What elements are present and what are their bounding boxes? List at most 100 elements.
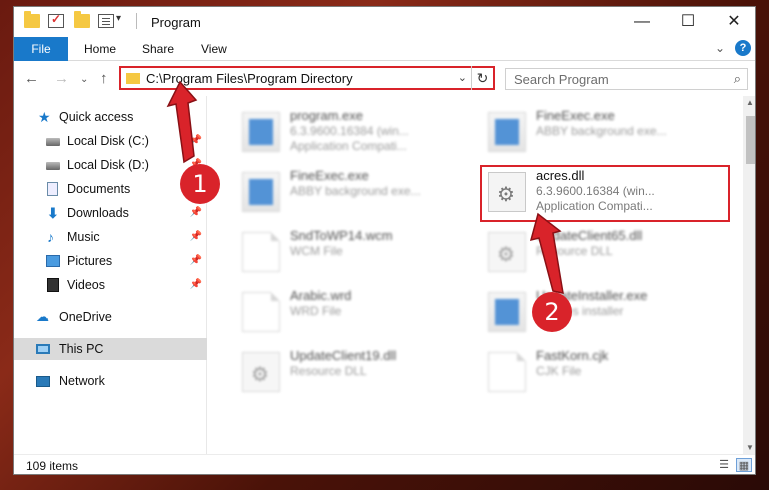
recent-locations-chevron-icon[interactable]: ⌄	[80, 74, 88, 85]
expand-ribbon-chevron-icon[interactable]: ⌄	[715, 41, 725, 55]
up-arrow-icon[interactable]: ↑	[100, 70, 108, 87]
file-type: Application Compati...	[290, 139, 407, 153]
file-item[interactable]: Arabic.wrd WRD File	[238, 286, 478, 340]
forward-arrow-icon[interactable]: →	[54, 70, 69, 87]
tab-view[interactable]: View	[201, 37, 227, 61]
customize-toolbar-chevron-icon[interactable]: ▾	[116, 13, 121, 24]
scroll-down-icon[interactable]: ▼	[743, 443, 755, 452]
onedrive-icon: ☁	[36, 309, 49, 324]
view-options-icon[interactable]	[98, 14, 114, 28]
executable-icon	[488, 112, 526, 152]
help-icon[interactable]: ?	[735, 40, 751, 56]
document-icon	[242, 232, 280, 272]
file-name: UpdateClient65.dll	[536, 228, 643, 243]
search-icon[interactable]: ⌕	[734, 71, 741, 87]
tab-home[interactable]: Home	[84, 37, 116, 61]
sidebar-item-this-pc[interactable]: This PC	[14, 338, 207, 360]
navigation-bar: ← → ⌄ ↑ C:\Program Files\Program Directo…	[14, 62, 755, 96]
sidebar-item-label: Videos	[67, 278, 105, 292]
sidebar-item-label: Local Disk (C:)	[67, 134, 149, 148]
close-button[interactable]: ✕	[711, 7, 755, 37]
file-item[interactable]: FastKorn.cjk CJK File	[484, 346, 724, 400]
sidebar-item-label: OneDrive	[59, 310, 112, 324]
file-description: 6.3.9600.16384 (win...	[290, 124, 409, 138]
maximize-button[interactable]: ☐	[665, 7, 711, 37]
title-divider	[136, 13, 137, 29]
sidebar-item-local-disk-d[interactable]: Local Disk (D:) 📌	[14, 154, 207, 176]
pin-icon[interactable]: 📌	[190, 130, 202, 152]
drive-icon	[46, 138, 60, 146]
sidebar-item-local-disk-c[interactable]: Local Disk (C:) 📌	[14, 130, 207, 152]
back-arrow-icon[interactable]: ←	[24, 70, 39, 87]
dll-settings-icon	[242, 352, 280, 392]
file-item[interactable]: FineExec.exe ABBY background exe...	[484, 106, 724, 160]
executable-icon	[488, 292, 526, 332]
new-folder-icon[interactable]	[74, 11, 90, 28]
step-marker-1: 1	[180, 164, 220, 204]
file-item[interactable]: program.exe 6.3.9600.16384 (win... Appli…	[238, 106, 478, 160]
music-icon: ♪	[47, 229, 54, 245]
sidebar-item-documents[interactable]: Documents 📌	[14, 178, 207, 200]
pin-icon[interactable]: 📌	[190, 274, 202, 296]
sidebar-item-downloads[interactable]: ⬇ Downloads 📌	[14, 202, 207, 224]
sidebar-item-videos[interactable]: Videos 📌	[14, 274, 207, 296]
details-view-icon[interactable]: ☰	[716, 458, 732, 472]
file-item[interactable]: UpdateClient65.dll Resource DLL	[484, 226, 724, 280]
file-name: SndToWP14.wcm	[290, 228, 393, 243]
documents-icon	[47, 182, 58, 196]
folder-icon	[24, 11, 40, 28]
file-description: Resource DLL	[536, 244, 613, 258]
highlight-box	[480, 165, 730, 222]
network-icon	[36, 376, 50, 387]
pin-icon[interactable]: 📌	[190, 226, 202, 248]
vertical-scrollbar[interactable]: ▲ ▼	[743, 96, 755, 454]
properties-icon[interactable]	[48, 12, 64, 28]
sidebar-item-label: Documents	[67, 182, 131, 196]
dll-settings-icon	[488, 232, 526, 272]
file-name: Arabic.wrd	[290, 288, 352, 303]
file-item[interactable]: UpdateClient19.dll Resource DLL	[238, 346, 478, 400]
pictures-icon	[46, 255, 60, 267]
downloads-icon: ⬇	[47, 205, 59, 221]
item-count: 109 items	[26, 459, 79, 473]
address-dropdown-chevron-icon[interactable]: ⌄	[458, 71, 467, 84]
pin-icon[interactable]: 📌	[190, 202, 202, 224]
large-icons-view-icon[interactable]: ▦	[736, 458, 752, 472]
scroll-up-icon[interactable]: ▲	[743, 98, 755, 107]
sidebar-item-label: Local Disk (D:)	[67, 158, 149, 172]
sidebar-item-music[interactable]: ♪ Music 📌	[14, 226, 207, 248]
videos-icon	[47, 278, 59, 292]
star-icon: ★	[38, 109, 51, 125]
search-input[interactable]: Search Program ⌕	[505, 68, 748, 90]
window-title: Program	[151, 15, 201, 30]
file-explorer-window: ▾ Program — ☐ ✕ File Home Share View ⌄ ?…	[13, 6, 756, 475]
file-item[interactable]: SndToWP14.wcm WCM File	[238, 226, 478, 280]
sidebar-item-label: Network	[59, 374, 105, 388]
sidebar-item-onedrive[interactable]: ☁ OneDrive	[14, 306, 207, 328]
file-item[interactable]: UpdateInstaller.exe updates installer	[484, 286, 724, 340]
file-name: FastKorn.cjk	[536, 348, 609, 363]
file-description: ABBY background exe...	[290, 184, 421, 198]
address-bar[interactable]: C:\Program Files\Program Directory ⌄ ↻	[119, 66, 495, 90]
scrollbar-thumb[interactable]	[746, 116, 755, 164]
navigation-pane: ★ Quick access Local Disk (C:) 📌 Local D…	[14, 96, 207, 454]
refresh-icon[interactable]: ↻	[471, 66, 493, 90]
sidebar-item-label: Pictures	[67, 254, 113, 268]
minimize-button[interactable]: —	[619, 7, 665, 37]
sidebar-item-label: Music	[67, 230, 100, 244]
sidebar-item-quick-access[interactable]: ★ Quick access	[14, 106, 207, 128]
address-path[interactable]: C:\Program Files\Program Directory	[146, 71, 353, 86]
sidebar-item-label: This PC	[59, 342, 104, 356]
tab-share[interactable]: Share	[142, 37, 174, 61]
file-item[interactable]: FineExec.exe ABBY background exe...	[238, 166, 478, 220]
file-description: CJK File	[536, 364, 582, 378]
this-pc-icon	[36, 344, 50, 354]
pin-icon[interactable]: 📌	[190, 250, 202, 272]
tab-file[interactable]: File	[14, 37, 68, 61]
sidebar-item-pictures[interactable]: Pictures 📌	[14, 250, 207, 272]
file-name: UpdateClient19.dll	[290, 348, 397, 363]
file-name: FineExec.exe	[536, 108, 615, 123]
sidebar-item-network[interactable]: Network	[14, 370, 207, 392]
document-icon	[488, 352, 526, 392]
file-description: ABBY background exe...	[536, 124, 667, 138]
